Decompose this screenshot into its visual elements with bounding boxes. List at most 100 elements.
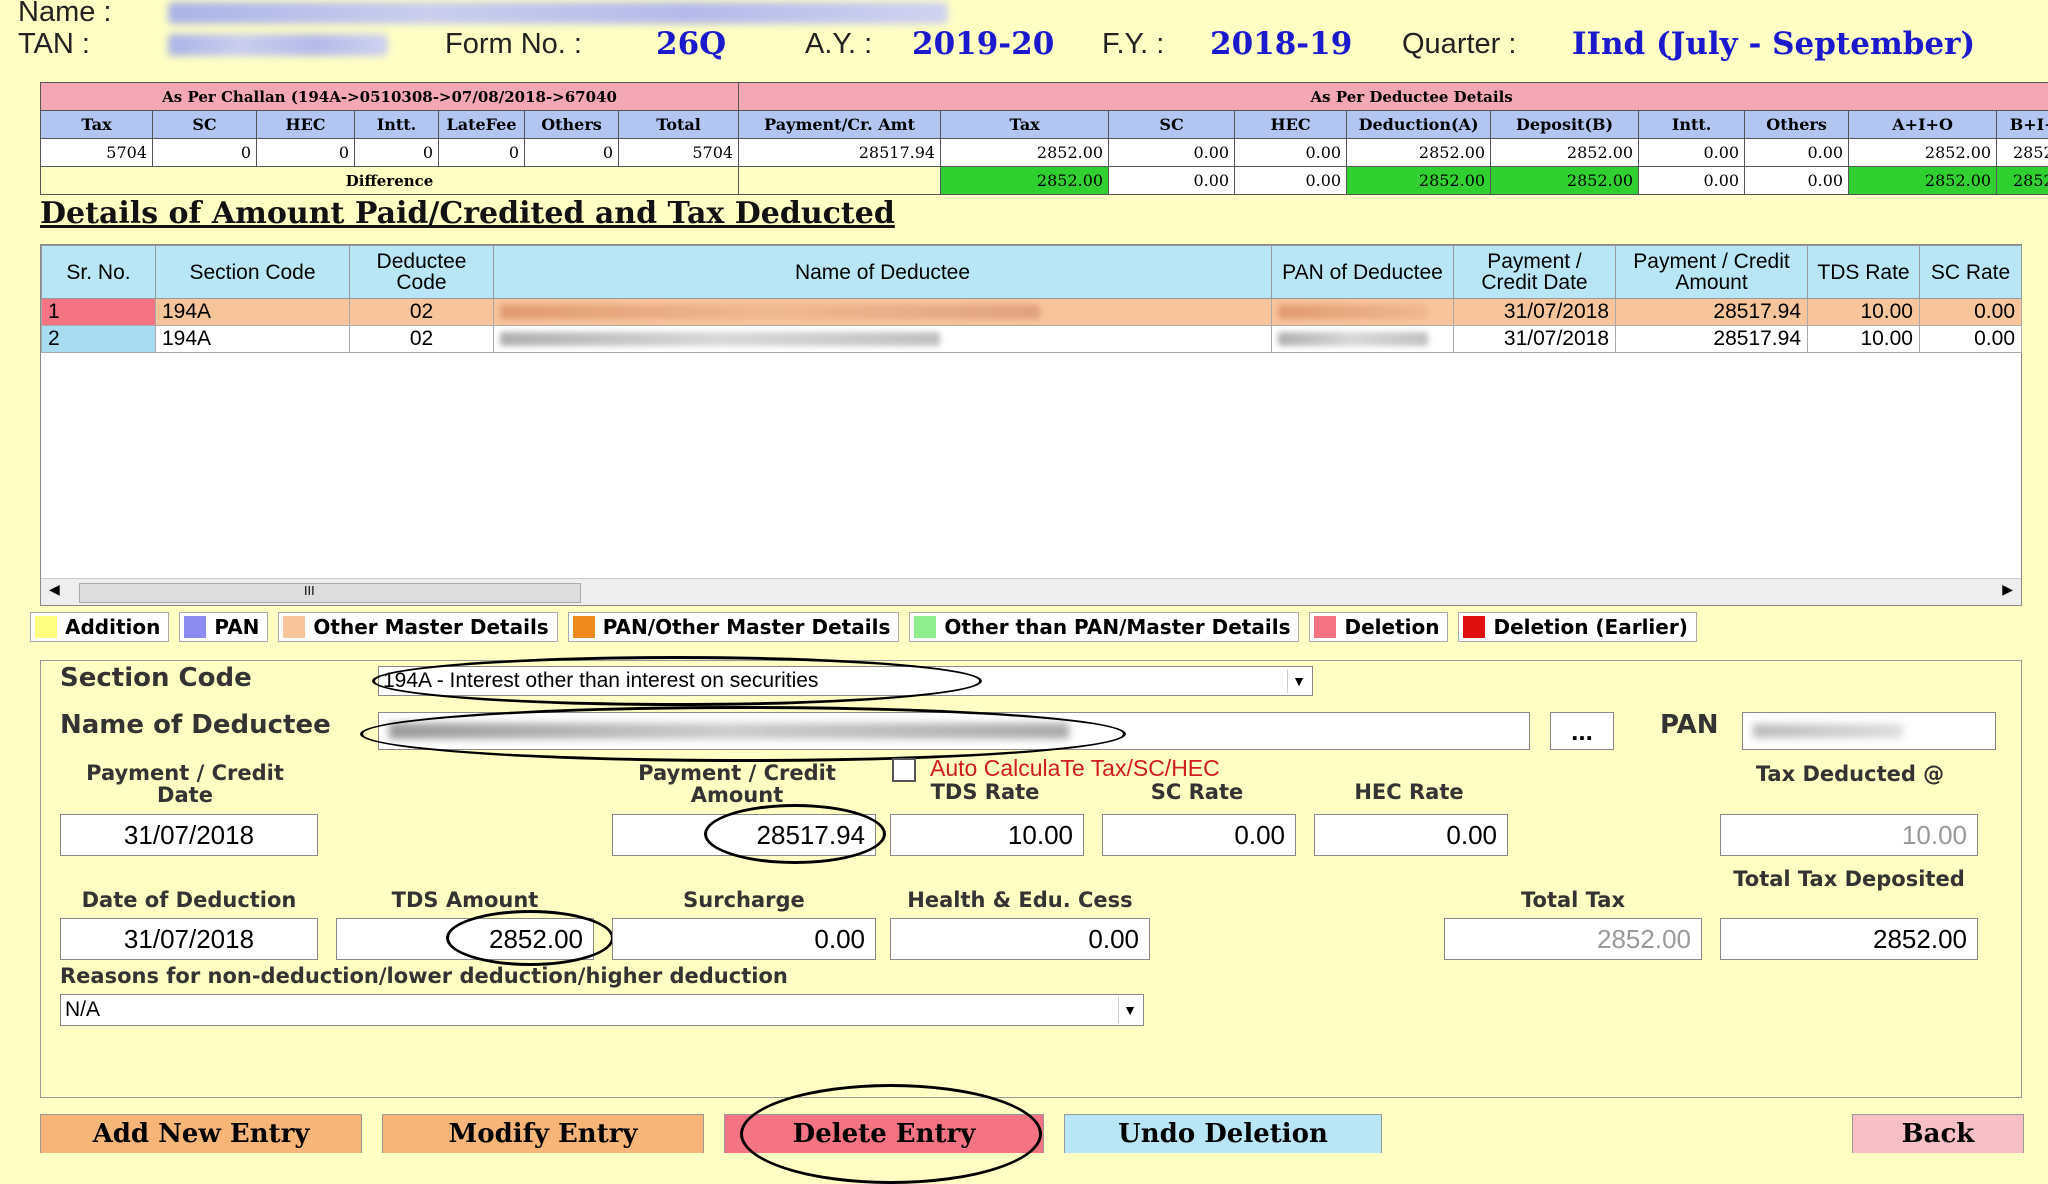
col-ded-tax: Tax xyxy=(940,110,1110,139)
col-payment-amount[interactable]: Payment / Credit Amount xyxy=(1615,245,1808,299)
legend-deletion: Deletion xyxy=(1309,612,1449,642)
hec-rate-input[interactable]: 0.00 xyxy=(1314,814,1508,856)
chevron-down-icon[interactable]: ▼ xyxy=(1118,997,1141,1023)
col-ded-intt: Intt. xyxy=(1638,110,1746,139)
summary-value: 0 xyxy=(256,138,355,167)
annotation-ellipse xyxy=(704,804,886,864)
pan-label: PAN xyxy=(1660,710,1719,740)
col-deductee-name[interactable]: Name of Deductee xyxy=(493,245,1272,299)
scroll-thumb[interactable]: III xyxy=(79,583,581,603)
modify-entry-button[interactable]: Modify Entry xyxy=(382,1114,704,1153)
payment-amount-label: Payment / Credit Amount xyxy=(638,761,836,807)
row-tds: 10.00 xyxy=(1807,298,1920,326)
table-row-selected[interactable]: 1 194A 02 31/07/2018 28517.94 10.00 0.00 xyxy=(41,298,2022,326)
hec-rate-label: HEC Rate xyxy=(1354,780,1464,804)
legend-pan-other-master: PAN/Other Master Details xyxy=(567,612,900,642)
deductee-header: As Per Deductee Details xyxy=(738,82,2048,111)
row-pan-blurred xyxy=(1271,298,1454,326)
reason-value: N/A xyxy=(65,998,101,1021)
col-total: Total xyxy=(617,110,740,139)
surcharge-input[interactable]: 0.00 xyxy=(612,918,876,960)
legend-addition: Addition xyxy=(30,612,170,642)
swatch-icon xyxy=(184,616,207,638)
col-tds-rate[interactable]: TDS Rate xyxy=(1807,245,1920,299)
ay-label: A.Y. : xyxy=(805,28,873,60)
col-payment-date[interactable]: Payment / Credit Date xyxy=(1453,245,1616,299)
undo-deletion-button[interactable]: Undo Deletion xyxy=(1064,1114,1382,1153)
legend-deletion-earlier: Deletion (Earlier) xyxy=(1458,612,1697,642)
row-code: 02 xyxy=(349,298,494,326)
section-code-label: Section Code xyxy=(60,663,252,693)
col-sc-rate[interactable]: SC Rate xyxy=(1919,245,2022,299)
col-pan[interactable]: PAN of Deductee xyxy=(1271,245,1454,299)
payment-date-input[interactable]: 31/07/2018 xyxy=(60,814,318,856)
pan-input[interactable] xyxy=(1742,712,1996,750)
annotation-ellipse xyxy=(372,656,982,706)
sc-rate-input[interactable]: 0.00 xyxy=(1102,814,1296,856)
difference-value: 0.00 xyxy=(1744,166,1850,195)
legend-pan: PAN xyxy=(179,612,269,642)
table-row[interactable]: 2 194A 02 31/07/2018 28517.94 10.00 0.00 xyxy=(41,325,2022,353)
tds-rate-input[interactable]: 10.00 xyxy=(890,814,1084,856)
annotation-ellipse xyxy=(360,706,1126,762)
scroll-grip: III xyxy=(304,584,315,598)
swatch-icon xyxy=(914,616,937,638)
payment-date-label: Payment / Credit Date xyxy=(86,761,284,807)
row-name-blurred xyxy=(493,325,1272,353)
scroll-right-icon[interactable]: ▶ xyxy=(2002,582,2013,598)
col-hec: HEC xyxy=(256,110,355,139)
summary-value: 0.00 xyxy=(1234,138,1348,167)
col-section-code[interactable]: Section Code xyxy=(155,245,350,299)
add-new-entry-button[interactable]: Add New Entry xyxy=(40,1114,362,1153)
reason-select[interactable]: N/A ▼ xyxy=(60,994,1144,1026)
col-deductee-code[interactable]: Deductee Code xyxy=(349,245,494,299)
summary-value: 0.00 xyxy=(1108,138,1236,167)
sc-rate-label: SC Rate xyxy=(1150,780,1244,804)
col-ded-others: Others xyxy=(1744,110,1850,139)
annotation-ellipse xyxy=(740,1084,1042,1184)
tan-label: TAN : xyxy=(18,28,90,60)
horizontal-scrollbar[interactable]: ◀ III ▶ xyxy=(41,578,2021,605)
challan-summary-table: As Per Challan (194A->0510308->07/08/201… xyxy=(39,82,2048,195)
row-date: 31/07/2018 xyxy=(1453,298,1616,326)
reason-label: Reasons for non-deduction/lower deductio… xyxy=(60,964,788,988)
col-a-i-o: A+I+O xyxy=(1848,110,1998,139)
deduction-date-input[interactable]: 31/07/2018 xyxy=(60,918,318,960)
row-code: 02 xyxy=(349,325,494,353)
name-label: Name : xyxy=(18,0,112,28)
col-latefee: LateFee xyxy=(438,110,525,139)
difference-value: 0.00 xyxy=(1234,166,1348,195)
form-no-label: Form No. : xyxy=(445,28,582,60)
ay-value: 2019-20 xyxy=(912,26,1055,62)
summary-value: 0.00 xyxy=(1744,138,1850,167)
cess-input[interactable]: 0.00 xyxy=(890,918,1150,960)
back-button[interactable]: Back xyxy=(1852,1114,2024,1153)
auto-calc-label: Auto CalculaTe Tax/SC/HEC xyxy=(930,755,1220,781)
difference-label: Difference xyxy=(39,166,740,195)
summary-value: 5704 xyxy=(40,138,153,167)
chevron-down-icon[interactable]: ▼ xyxy=(1287,669,1310,693)
summary-value: 2852.00 xyxy=(1346,138,1492,167)
col-deduction: Deduction(A) xyxy=(1346,110,1492,139)
difference-empty xyxy=(738,166,942,195)
total-deposited-input[interactable]: 2852.00 xyxy=(1720,918,1978,960)
row-amount: 28517.94 xyxy=(1615,325,1808,353)
summary-value: 0 xyxy=(354,138,439,167)
tax-deducted-input[interactable]: 10.00 xyxy=(1720,814,1978,856)
scroll-left-icon[interactable]: ◀ xyxy=(49,582,60,598)
tan-value-blurred xyxy=(168,34,388,56)
pan-blurred xyxy=(1753,724,1903,738)
auto-calc-checkbox[interactable] xyxy=(892,758,916,782)
difference-value: 0.00 xyxy=(1108,166,1236,195)
deductee-grid[interactable]: Sr. No. Section Code Deductee Code Name … xyxy=(40,244,2022,606)
browse-deductee-button[interactable]: ... xyxy=(1550,712,1614,750)
col-sr-no[interactable]: Sr. No. xyxy=(41,245,156,299)
col-intt: Intt. xyxy=(354,110,439,139)
row-date: 31/07/2018 xyxy=(1453,325,1616,353)
summary-value: 2852.00 xyxy=(1848,138,1998,167)
annotation-ellipse xyxy=(446,910,614,966)
row-amount: 28517.94 xyxy=(1615,298,1808,326)
total-tax-input[interactable]: 2852.00 xyxy=(1444,918,1702,960)
tds-rate-label: TDS Rate xyxy=(930,780,1040,804)
difference-value: 2852.00 xyxy=(1490,166,1640,195)
